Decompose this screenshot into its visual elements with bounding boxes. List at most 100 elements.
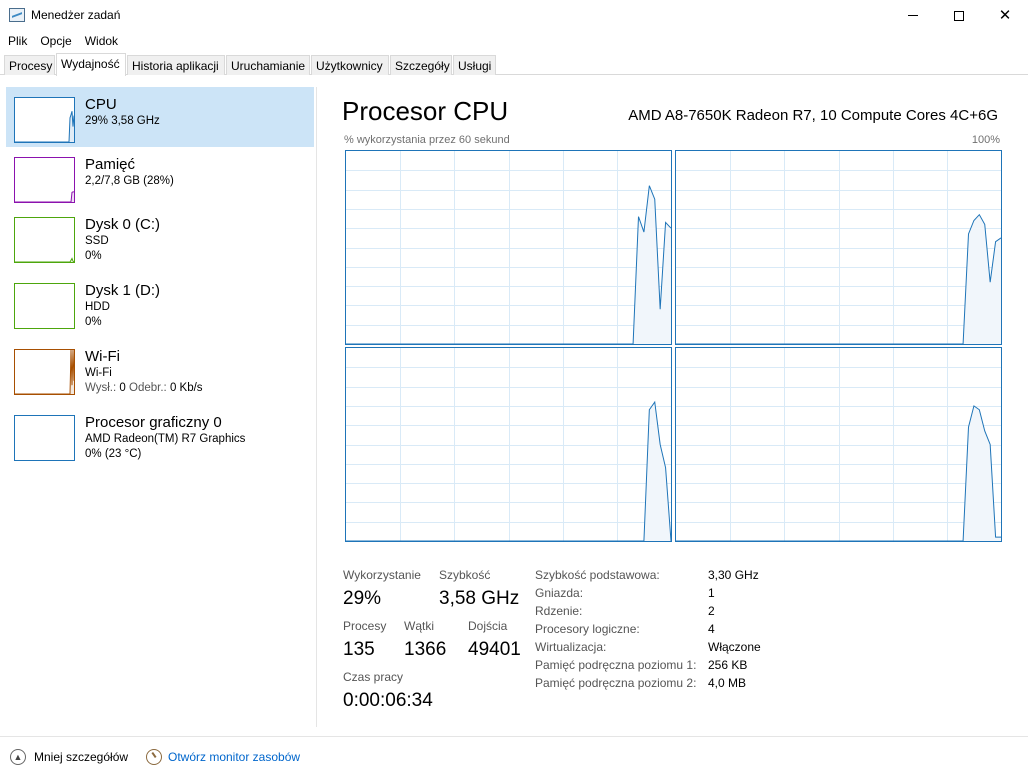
sidebar-item-line1: 2,2/7,8 GB (28%) <box>85 175 174 187</box>
usage-value: 29% <box>343 588 382 609</box>
detail-value: 1 <box>708 586 715 600</box>
chevron-up-icon: ▲ <box>10 749 26 765</box>
thumbnail-series-area <box>15 350 74 394</box>
processes-label: Procesy <box>343 619 387 633</box>
uptime-label: Czas pracy <box>343 670 404 684</box>
receive-label: Odebr.: <box>129 382 167 394</box>
less-details-button[interactable]: ▲ Mniej szczegółów <box>10 749 128 765</box>
sidebar-item-line1: AMD Radeon(TM) R7 Graphics <box>85 433 246 445</box>
core-usage-series-area <box>676 214 1001 344</box>
sidebar-item-line2: 0% <box>85 316 102 328</box>
disk-1-thumbnail-graph <box>14 283 75 329</box>
graph-max-label: 100% <box>971 134 1000 146</box>
core-graph-0 <box>345 150 672 345</box>
tab-details[interactable]: Szczegóły <box>390 55 452 75</box>
detail-label: Rdzenie: <box>535 604 583 618</box>
speed-label: Szybkość <box>439 568 491 582</box>
minimize-icon <box>908 15 918 16</box>
receive-value: 0 Kb/s <box>169 382 203 394</box>
sidebar-item-line2: 0% <box>85 250 102 262</box>
tab-startup[interactable]: Uruchamianie <box>226 55 310 75</box>
usage-label: Wykorzystanie <box>343 568 421 582</box>
sidebar-item-gpu-0[interactable]: Procesor graficzny 0 AMD Radeon(TM) R7 G… <box>6 405 314 465</box>
detail-value: Włączone <box>708 640 761 654</box>
menu-options[interactable]: Opcje <box>32 31 76 51</box>
page-title: Procesor CPU <box>342 96 509 126</box>
maximize-icon <box>954 10 964 21</box>
menu-view[interactable]: Widok <box>77 31 123 51</box>
memory-thumbnail-graph <box>14 157 75 203</box>
detail-value: 4,0 MB <box>708 676 747 690</box>
window-title: Menedżer zadań <box>31 8 121 22</box>
close-icon: ✕ <box>998 7 1012 24</box>
thumbnail-series-area <box>15 191 74 202</box>
send-label: Wysł.: <box>85 382 117 394</box>
sidebar-item-title: Dysk 1 (D:) <box>85 282 160 299</box>
less-details-label: Mniej szczegółów <box>34 750 129 764</box>
tab-app-history[interactable]: Historia aplikacji <box>127 55 225 75</box>
sidebar-item-title: Dysk 0 (C:) <box>85 216 160 233</box>
sidebar-item-disk-1[interactable]: Dysk 1 (D:) HDD 0% <box>6 273 314 333</box>
core-graph-1 <box>675 150 1002 345</box>
detail-label: Wirtualizacja: <box>535 640 607 654</box>
sidebar-item-line1: 29% 3,58 GHz <box>85 115 160 127</box>
thumbnail-series-line <box>15 111 75 143</box>
sidebar-item-cpu[interactable]: CPU 29% 3,58 GHz <box>6 87 314 147</box>
sidebar-item-title: Wi-Fi <box>85 348 120 365</box>
detail-value: 256 KB <box>708 658 748 672</box>
task-manager-icon <box>9 8 25 22</box>
sidebar-item-title: CPU <box>85 96 117 113</box>
tab-users[interactable]: Użytkownicy <box>311 55 389 75</box>
thumbnail-series-area <box>15 111 74 142</box>
handles-value: 49401 <box>468 639 521 660</box>
close-button[interactable]: ✕ <box>982 0 1028 31</box>
core-usage-series-line <box>676 213 1001 344</box>
title-bar: Menedżer zadań ✕ <box>0 0 1028 31</box>
minimize-button[interactable] <box>890 0 936 31</box>
detail-label: Pamięć podręczna poziomu 2: <box>535 676 697 690</box>
cpu-thumbnail-graph <box>14 97 75 143</box>
detail-value: 3,30 GHz <box>708 568 759 582</box>
sidebar-item-line1: SSD <box>85 235 109 247</box>
sidebar-item-line1: HDD <box>85 301 110 313</box>
footer-bar: ▲ Mniej szczegółów Otwórz monitor zasobó… <box>0 736 1028 780</box>
tab-performance[interactable]: Wydajność <box>56 53 126 76</box>
sidebar-item-line2: Wysł.: 0 Odebr.: 0 Kb/s <box>85 382 203 394</box>
tab-strip: Procesy Wydajność Historia aplikacji Uru… <box>0 53 1028 76</box>
core-graph-2 <box>345 347 672 542</box>
tab-processes[interactable]: Procesy <box>4 55 55 75</box>
sidebar-item-title: Procesor graficzny 0 <box>85 414 222 431</box>
resource-monitor-icon <box>146 749 162 765</box>
open-resource-monitor-link[interactable]: Otwórz monitor zasobów <box>146 749 300 765</box>
menu-file[interactable]: Plik <box>0 31 32 51</box>
handles-label: Dojścia <box>468 619 508 633</box>
sidebar-item-wifi[interactable]: Wi-Fi Wi-Fi Wysł.: 0 Odebr.: 0 Kb/s <box>6 339 314 399</box>
thumbnail-series-line <box>15 191 74 203</box>
tab-services[interactable]: Usługi <box>453 55 496 75</box>
sidebar-item-line1: Wi-Fi <box>85 367 112 379</box>
detail-label: Szybkość podstawowa: <box>535 568 660 582</box>
sidebar-item-disk-0[interactable]: Dysk 0 (C:) SSD 0% <box>6 207 314 267</box>
send-value: 0 <box>119 382 126 394</box>
detail-value: 4 <box>708 622 715 636</box>
sidebar-item-title: Pamięć <box>85 156 136 173</box>
gpu-0-thumbnail-graph <box>14 415 75 461</box>
panel-divider <box>316 87 317 727</box>
resource-monitor-label: Otwórz monitor zasobów <box>168 750 301 764</box>
menu-bar: Plik Opcje Widok <box>0 31 123 51</box>
detail-label: Procesory logiczne: <box>535 622 640 636</box>
detail-label: Gniazda: <box>535 586 584 600</box>
core-graph-3 <box>675 347 1002 542</box>
core-usage-series-area <box>346 402 671 541</box>
sidebar-item-memory[interactable]: Pamięć 2,2/7,8 GB (28%) <box>6 147 314 207</box>
thumbnail-series-line <box>15 349 75 395</box>
maximize-button[interactable] <box>936 0 982 31</box>
threads-label: Wątki <box>404 619 434 633</box>
thumbnail-series-line <box>15 257 75 263</box>
graph-caption: % wykorzystania przez 60 sekund <box>344 134 510 146</box>
detail-label: Pamięć podręczna poziomu 1: <box>535 658 697 672</box>
processes-value: 135 <box>343 639 375 660</box>
resource-sidebar: CPU 29% 3,58 GHz Pamięć 2,2/7,8 GB (28%)… <box>0 87 316 727</box>
core-usage-series-area <box>676 405 1001 541</box>
wifi-thumbnail-graph <box>14 349 75 395</box>
